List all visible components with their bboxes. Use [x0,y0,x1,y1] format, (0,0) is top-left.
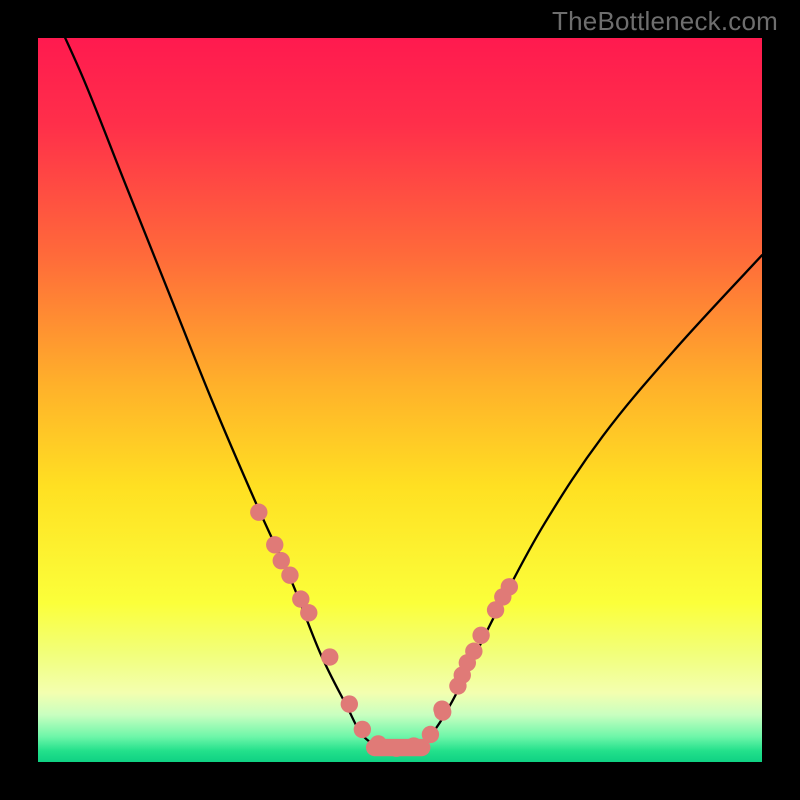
data-point [472,627,489,644]
data-point [300,604,317,621]
data-point [341,695,358,712]
outer-frame: TheBottleneck.com [0,0,800,800]
data-point [434,703,451,720]
gradient-background [38,38,762,762]
plot-area [38,38,762,762]
data-point [321,648,338,665]
data-point [273,552,290,569]
data-point [354,721,371,738]
data-point [250,504,267,521]
data-point [266,536,283,553]
data-point [501,578,518,595]
minimum-band [366,739,430,756]
watermark-label: TheBottleneck.com [552,6,778,37]
data-point [281,567,298,584]
data-point [465,643,482,660]
chart-svg [38,38,762,762]
